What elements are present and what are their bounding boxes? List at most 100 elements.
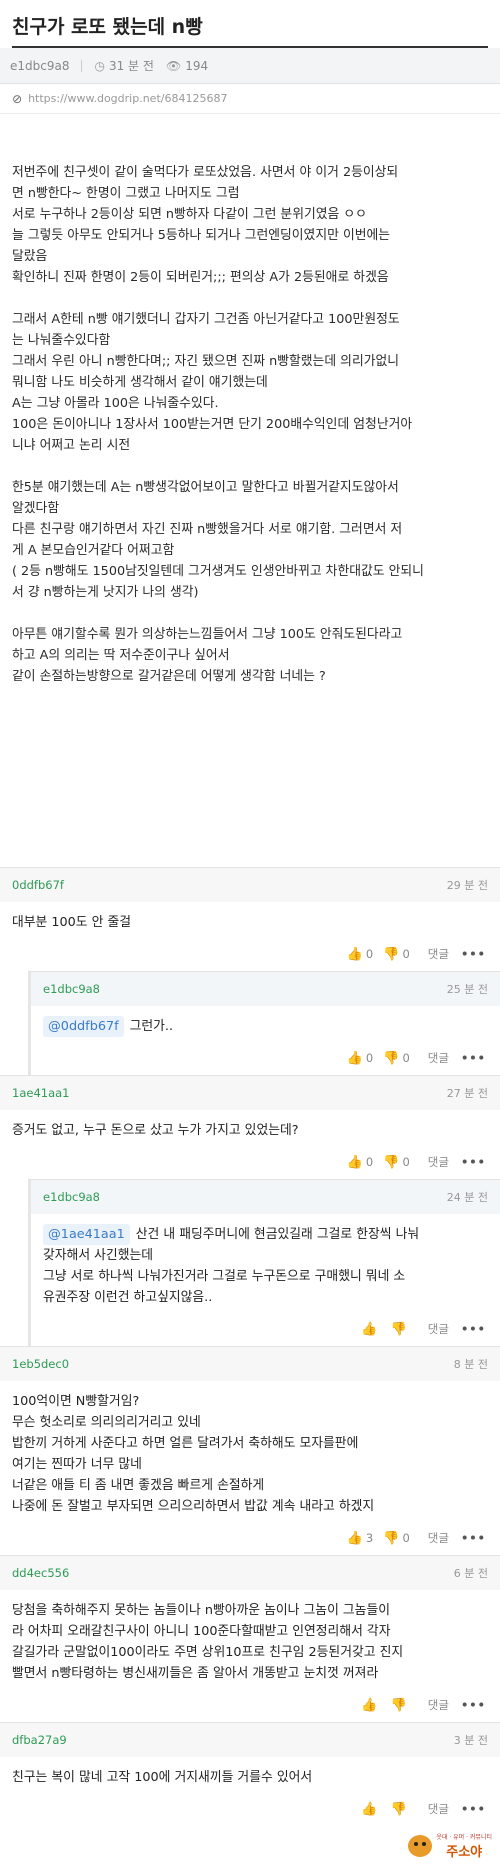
link-icon: ⊖ — [8, 89, 26, 108]
comment-line: 라 어차피 오래갈친구사이 아니니 100준다할때받고 인연정리해서 각자 — [12, 1621, 488, 1642]
comment-text: 당첨을 축하해주지 못하는 놈들이나 n빵아까운 놈이나 그놈이 그놈들이라 어… — [0, 1590, 500, 1688]
upvote-button[interactable]: 👍 3 — [347, 1531, 374, 1546]
comment-actions: 👍 0 👎 0 댓글 ••• — [0, 1145, 500, 1179]
post-line: 서 걍 n빵하는게 낫지가 나의 생각) — [12, 585, 199, 600]
upvote-button[interactable]: 👍 0 — [347, 1051, 374, 1066]
post-line: 저번주에 친구셋이 같이 술먹다가 로또샀었음. 사면서 야 이거 2등이상되 — [12, 165, 399, 180]
comment-author[interactable]: dfba27a9 — [12, 1733, 67, 1747]
mention-tag[interactable]: @0ddfb67f — [43, 1016, 124, 1037]
reply-button[interactable]: 댓글 — [428, 1154, 449, 1170]
post-line: 는 나눠줄수있다함 — [12, 333, 111, 348]
comment-line: 친구는 복이 많네 고작 100에 거지새끼들 거를수 있어서 — [12, 1767, 488, 1788]
post-line: 달랐음 — [12, 249, 48, 264]
comment-line: 갖자해서 사긴했는데 — [43, 1245, 488, 1266]
comment: dfba27a9 3 분 전친구는 복이 많네 고작 100에 거지새끼들 거를수… — [0, 1722, 500, 1826]
thumbs-up-icon: 👍 — [361, 1801, 378, 1817]
comment-line-text: 밥한끼 거하게 사준다고 하면 얼른 달려가서 축하해도 모자를판에 — [12, 1436, 359, 1451]
comment-header: dd4ec556 6 분 전 — [0, 1556, 500, 1590]
comment-line-text: 무슨 헛소리로 의리의리거리고 있네 — [12, 1415, 201, 1430]
post-time-text: 31 분 전 — [108, 59, 154, 73]
downvote-button[interactable]: 👎 0 — [383, 1155, 410, 1170]
comment-text: @0ddfb67f 그런가.. — [31, 1006, 500, 1041]
thumbs-down-icon: 👎 — [390, 1801, 407, 1817]
reply-button[interactable]: 댓글 — [428, 1050, 449, 1066]
comment-actions: 👍 0 👎 0 댓글 ••• — [0, 937, 500, 971]
downvote-count: 0 — [402, 1051, 410, 1065]
upvote-button[interactable]: 👍 0 — [347, 947, 374, 962]
comment-author[interactable]: 1ae41aa1 — [12, 1086, 69, 1100]
thumbs-up-icon: 👍 — [361, 1697, 378, 1713]
post-line: 그래서 우린 아니 n빵한다며;; 자긴 됐으면 진짜 n빵할랬는데 의리가없니 — [12, 354, 400, 369]
comment-text: 친구는 복이 많네 고작 100에 거지새끼들 거를수 있어서 — [0, 1757, 500, 1792]
comment-header: dfba27a9 3 분 전 — [0, 1723, 500, 1757]
upvote-button[interactable]: 👍 — [361, 1322, 380, 1337]
comment-text: 증거도 없고, 누구 돈으로 샀고 누가 가지고 있었는데? — [0, 1110, 500, 1145]
post-body: 저번주에 친구셋이 같이 술먹다가 로또샀었음. 사면서 야 이거 2등이상되 면… — [0, 114, 500, 894]
comment-line-text: 당첨을 축하해주지 못하는 놈들이나 n빵아까운 놈이나 그놈이 그놈들이 — [12, 1603, 391, 1618]
downvote-button[interactable]: 👎 0 — [383, 947, 410, 962]
post-line: 그래서 A한테 n빵 얘기했더니 갑자기 그건좀 아닌거같다고 100만원정도 — [12, 312, 400, 327]
comment-line-text: 너같은 애들 티 좀 내면 좋겠음 빠르게 손절하게 — [12, 1478, 265, 1493]
upvote-button[interactable]: 👍 — [361, 1802, 380, 1817]
more-options-button[interactable]: ••• — [461, 1802, 486, 1816]
comment-header: 1eb5dec0 8 분 전 — [0, 1347, 500, 1381]
upvote-button[interactable]: 👍 0 — [347, 1155, 374, 1170]
more-options-button[interactable]: ••• — [461, 1531, 486, 1545]
comment-author[interactable]: 1eb5dec0 — [12, 1357, 69, 1371]
comment-line: 너같은 애들 티 좀 내면 좋겠음 빠르게 손절하게 — [12, 1475, 488, 1496]
comment-actions: 👍 0 👎 0 댓글 ••• — [31, 1041, 500, 1075]
meta-divider — [81, 59, 83, 72]
downvote-count: 0 — [402, 1155, 410, 1169]
comment-line: 유권주장 이런건 하고싶지않음.. — [43, 1287, 488, 1308]
watermark-logo-text: 주소야 — [446, 1845, 483, 1860]
comment-line-text: 빨면서 n빵타령하는 병신새끼들은 좀 알아서 개똥받고 눈치껏 꺼져라 — [12, 1666, 379, 1681]
comment-header: e1dbc9a8 24 분 전 — [31, 1180, 500, 1214]
post-line: 뭐니함 나도 비슷하게 생각해서 같이 얘기했는데 — [12, 375, 268, 390]
comment-author[interactable]: 0ddfb67f — [12, 878, 64, 892]
downvote-button[interactable]: 👎 — [391, 1322, 410, 1337]
post-line: A는 그냥 아몰라 100은 나눠줄수있다. — [12, 396, 219, 411]
upvote-count: 0 — [365, 947, 374, 961]
comment-line-text: 증거도 없고, 누구 돈으로 샀고 누가 가지고 있었는데? — [12, 1123, 299, 1138]
downvote-button[interactable]: 👎 — [391, 1698, 410, 1713]
downvote-button[interactable]: 👎 0 — [383, 1531, 410, 1546]
post-line: 확인하니 진짜 한명이 2등이 되버린거;;; 편의상 A가 2등된애로 하겠음 — [12, 270, 389, 285]
downvote-button[interactable]: 👎 0 — [383, 1051, 410, 1066]
more-options-button[interactable]: ••• — [461, 1051, 486, 1065]
comment-line: 대부분 100도 안 줄걸 — [12, 912, 488, 933]
comment-text: @1ae41aa1 산건 내 패딩주머니에 현금있길래 그걸로 한장씩 나눠 갖자해… — [31, 1214, 500, 1312]
comment-line: 나중에 돈 잘벌고 부자되면 으리으리하면서 밥값 계속 내라고 하겠지 — [12, 1496, 488, 1517]
thumbs-down-icon: 👎 — [383, 1530, 400, 1546]
post-url[interactable]: https://www.dogdrip.net/684125687 — [28, 92, 227, 105]
comment-author[interactable]: e1dbc9a8 — [43, 1190, 100, 1204]
reply-button[interactable]: 댓글 — [428, 1321, 449, 1337]
more-options-button[interactable]: ••• — [461, 947, 486, 961]
reply-button[interactable]: 댓글 — [428, 1530, 449, 1546]
comment-header: e1dbc9a8 25 분 전 — [31, 972, 500, 1006]
more-options-button[interactable]: ••• — [461, 1698, 486, 1712]
post-author[interactable]: e1dbc9a8 — [10, 59, 69, 73]
clock-icon: ◷ — [94, 58, 105, 73]
reply-button[interactable]: 댓글 — [428, 1801, 449, 1817]
more-options-button[interactable]: ••• — [461, 1155, 486, 1169]
reply-button[interactable]: 댓글 — [428, 1697, 449, 1713]
downvote-button[interactable]: 👎 — [391, 1802, 410, 1817]
comment-actions: 👍 👎 댓글 ••• — [0, 1688, 500, 1722]
comment: 1eb5dec0 8 분 전 100억이면 N빵할거임? 무슨 헛소리로 의리의리거리… — [0, 1346, 500, 1555]
comment-line-text: 나중에 돈 잘벌고 부자되면 으리으리하면서 밥값 계속 내라고 하겠지 — [12, 1499, 375, 1514]
more-options-button[interactable]: ••• — [461, 1322, 486, 1336]
upvote-button[interactable]: 👍 — [361, 1698, 380, 1713]
watermark-small-text: 웃대 · 유머 · 커뮤니티 — [436, 1834, 492, 1841]
eye-icon: 👁 — [165, 58, 182, 73]
post-time: ◷ 31 분 전 — [94, 57, 153, 74]
mention-tag[interactable]: @1ae41aa1 — [43, 1224, 130, 1245]
upvote-count: 0 — [365, 1051, 374, 1065]
thumbs-down-icon: 👎 — [390, 1321, 407, 1337]
reply-button[interactable]: 댓글 — [428, 946, 449, 962]
comment-line-text: 갈길가라 군말없이100이라도 주면 상위10프로 친구임 2등된거갖고 진지 — [12, 1645, 404, 1660]
mascot-icon — [408, 1835, 433, 1857]
comment-line-text: 여기는 찐따가 너무 많네 — [12, 1457, 142, 1472]
comment-author[interactable]: e1dbc9a8 — [43, 982, 100, 996]
comment-line: 빨면서 n빵타령하는 병신새끼들은 좀 알아서 개똥받고 눈치껏 꺼져라 — [12, 1663, 488, 1684]
comment-author[interactable]: dd4ec556 — [12, 1566, 69, 1580]
